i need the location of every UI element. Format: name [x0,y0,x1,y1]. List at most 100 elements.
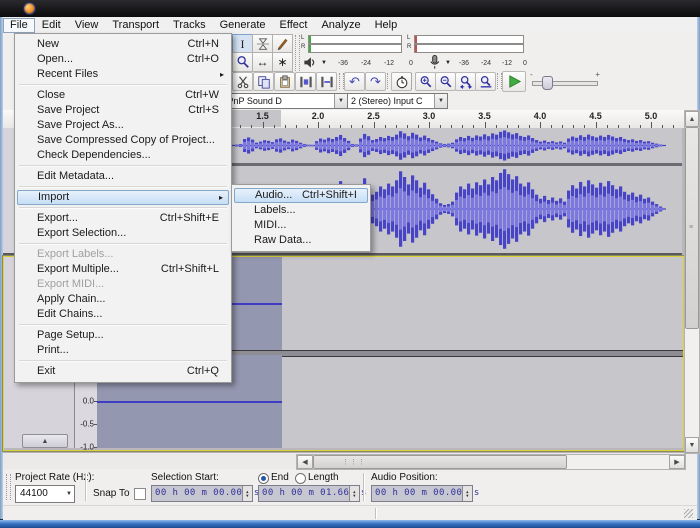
menubar-item-effect[interactable]: Effect [273,18,315,32]
zoom-tool-button[interactable] [232,52,253,72]
menubar-item-generate[interactable]: Generate [213,18,273,32]
timeshift-tool-button[interactable]: ↔ [252,52,273,72]
menubar-item-view[interactable]: View [68,18,106,32]
silence-audio-button[interactable] [316,72,337,91]
scroll-left-button[interactable]: ◀ [297,455,313,469]
menu-item-label: Edit Metadata... [37,170,114,182]
time-spinner[interactable]: ▲▼ [349,486,359,501]
input-channels-combo[interactable]: 2 (Stereo) Input C ▼ [347,93,448,109]
title-bar[interactable] [0,0,700,17]
fit-selection-button[interactable] [455,72,476,91]
meter-toolbar-grip[interactable] [295,35,300,71]
menu-item-label: MIDI... [254,219,286,231]
menu-item-label: New [37,38,59,50]
selection-start-field[interactable]: 00 h 00 m 00.000 s ▲▼ [151,485,253,502]
playback-meter-bar-R[interactable] [308,44,402,53]
menu-separator [19,186,227,188]
file-menu-item-check-dependencies[interactable]: Check Dependencies... [17,148,229,163]
paste-button[interactable] [274,72,295,91]
selection-tool-button[interactable]: I [232,34,253,54]
file-menu-item-edit-metadata[interactable]: Edit Metadata... [17,169,229,184]
zoom-in-button[interactable] [415,72,436,91]
file-menu-item-save-project[interactable]: Save Project Ctrl+S [17,103,229,118]
horizontal-scroll-thumb[interactable]: ⋮⋮⋮ [313,455,567,469]
file-menu-item-apply-chain[interactable]: Apply Chain... [17,292,229,307]
recording-meter-bar-L[interactable] [414,35,524,44]
menu-item-label: Save Project [37,104,99,116]
copy-button[interactable] [253,72,274,91]
horizontal-scrollbar[interactable]: ◀ ⋮⋮⋮ ▶ [296,454,686,470]
file-menu-item-save-project-as[interactable]: Save Project As... [17,118,229,133]
slider-thumb[interactable] [542,76,553,90]
scroll-down-button[interactable]: ▼ [685,437,699,453]
time-spinner[interactable]: ▲▼ [462,486,472,501]
envelope-tool-button[interactable] [252,34,273,54]
play-at-speed-button[interactable] [502,71,526,92]
file-menu-item-close[interactable]: CloseCtrl+W [17,88,229,103]
magnifier-icon [236,55,250,69]
sync-lock-button[interactable] [391,72,412,91]
import-submenu-item-audio[interactable]: Audio...Ctrl+Shift+I [234,188,368,203]
project-rate-value: 44100 [20,488,48,499]
playback-speed-slider[interactable]: - + [530,73,600,89]
scroll-right-button[interactable]: ▶ [669,455,685,469]
file-menu-item-print[interactable]: Print... [17,343,229,358]
scroll-up-button[interactable]: ▲ [685,111,699,127]
menu-separator [19,243,227,245]
collapse-track-button[interactable]: ▲ [22,434,68,448]
menubar-item-transport[interactable]: Transport [105,18,166,32]
cut-button[interactable] [232,72,253,91]
file-menu-item-new[interactable]: NewCtrl+N [17,37,229,52]
file-menu-item-open[interactable]: Open...Ctrl+O [17,52,229,67]
combo-arrow-icon[interactable]: ▼ [434,94,447,108]
menubar-item-file[interactable]: File [3,18,35,33]
file-menu-item-page-setup[interactable]: Page Setup... [17,328,229,343]
audio-position-field[interactable]: 00 h 00 m 00.000 s ▲▼ [371,485,473,502]
combo-arrow-icon[interactable]: ▼ [334,94,347,108]
import-submenu-item-midi[interactable]: MIDI... [234,218,368,233]
file-menu-item-export[interactable]: Export...Ctrl+Shift+E [17,211,229,226]
fit-project-button[interactable] [475,72,496,91]
menubar-item-tracks[interactable]: Tracks [166,18,213,32]
draw-tool-button[interactable] [272,34,293,54]
menu-item-accelerator: Ctrl+S [188,103,219,118]
redo-button[interactable]: ↷ [365,72,386,91]
menu-separator [19,207,227,209]
project-rate-combo[interactable]: 44100 ▼ [15,485,75,503]
length-radio[interactable] [295,473,306,484]
file-menu-item-import[interactable]: Import▸ [17,190,229,205]
file-menu-item-exit[interactable]: ExitCtrl+Q [17,364,229,379]
time-spinner[interactable]: ▲▼ [242,486,252,501]
file-menu-item-recent-files[interactable]: Recent Files▸ [17,67,229,82]
recording-meter-bar-R[interactable] [414,44,524,53]
file-menu-item-export-multiple[interactable]: Export Multiple...Ctrl+Shift+L [17,262,229,277]
menu-item-label: Check Dependencies... [37,149,151,161]
vertical-scrollbar[interactable]: ▲ ≡ ▼ [684,110,700,454]
vertical-scroll-thumb[interactable]: ≡ [685,127,699,329]
resize-grip[interactable] [684,509,693,518]
recording-meter-mic-button[interactable] [427,54,442,70]
snap-to-checkbox[interactable] [134,488,146,500]
recording-meter-dropdown-arrow[interactable]: ▼ [445,60,451,66]
playback-meter-dropdown-arrow[interactable]: ▼ [321,60,327,66]
end-radio[interactable] [258,473,269,484]
playback-meter-R-label: R [301,44,305,51]
horizontal-scrollbar-row: ◀ ⋮⋮⋮ ▶ [3,452,684,469]
menubar-item-edit[interactable]: Edit [35,18,68,32]
multi-tool-button[interactable]: ∗ [272,52,293,72]
import-submenu-item-labels[interactable]: Labels... [234,203,368,218]
file-menu-item-save-compressed-copy-of-project[interactable]: Save Compressed Copy of Project... [17,133,229,148]
undo-button[interactable]: ↶ [344,72,365,91]
file-menu-item-edit-chains[interactable]: Edit Chains... [17,307,229,322]
file-menu-item-export-selection[interactable]: Export Selection... [17,226,229,241]
playback-meter-bar-L[interactable] [308,35,402,44]
playback-meter-speaker-button[interactable] [302,55,318,70]
trim-audio-button[interactable] [295,72,316,91]
zoom-out-button[interactable] [435,72,456,91]
selection-end-field[interactable]: 00 h 00 m 01.664 s ▲▼ [258,485,360,502]
combo-arrow-icon[interactable]: ▼ [66,491,72,497]
menubar-item-analyze[interactable]: Analyze [314,18,367,32]
selection-toolbar-grip[interactable] [6,474,11,500]
import-submenu-item-raw-data[interactable]: Raw Data... [234,233,368,248]
menubar-item-help[interactable]: Help [368,18,405,32]
